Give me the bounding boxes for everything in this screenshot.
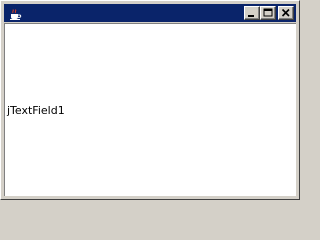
text-field[interactable]: jTextField1 — [7, 103, 65, 119]
minimize-button[interactable] — [244, 6, 260, 20]
content-pane: jTextField1 — [4, 23, 296, 196]
application-window: jTextField1 — [0, 0, 300, 200]
java-cup-icon[interactable] — [7, 5, 23, 21]
title-bar[interactable] — [4, 4, 296, 22]
maximize-button[interactable] — [260, 6, 276, 20]
close-button[interactable] — [278, 6, 294, 20]
maximize-icon — [263, 8, 273, 17]
close-icon — [281, 8, 290, 17]
minimize-icon — [248, 15, 254, 17]
